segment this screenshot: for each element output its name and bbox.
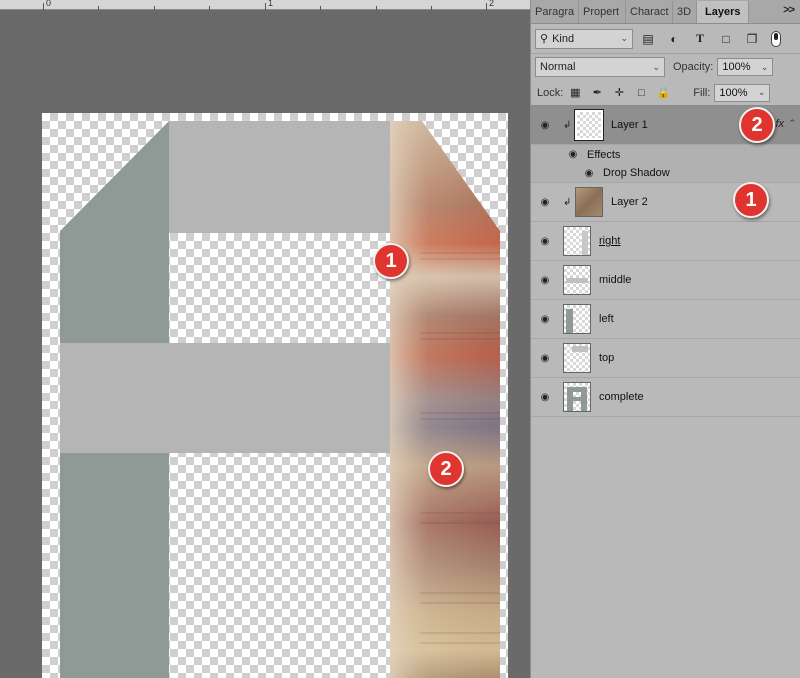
chevron-down-icon: ⌄ xyxy=(652,61,660,72)
layer-thumbnail xyxy=(575,187,603,217)
opacity-value: 100% xyxy=(722,61,751,73)
horizontal-ruler: 0 1 2 xyxy=(0,0,530,10)
effects-row[interactable]: ◉ Effects xyxy=(531,145,800,164)
blend-mode-select[interactable]: Normal ⌄ xyxy=(535,57,665,77)
type-filter-icon[interactable]: T xyxy=(689,30,711,48)
ruler-number: 1 xyxy=(268,0,274,8)
tab-properties[interactable]: Propert xyxy=(579,1,626,23)
chevron-up-icon[interactable]: ⌃ xyxy=(788,118,796,129)
chevron-down-icon: ⌄ xyxy=(760,61,769,72)
layer-row-middle[interactable]: ◉ middle xyxy=(531,261,800,300)
effects-label: Effects xyxy=(587,148,621,161)
layer-name[interactable]: Layer 1 xyxy=(611,119,648,131)
opacity-field[interactable]: 100% ⌄ xyxy=(717,58,774,76)
eye-icon[interactable]: ◉ xyxy=(531,275,559,286)
ruler-tick xyxy=(265,3,266,10)
layer-thumbnail xyxy=(574,109,604,141)
callout-badge-1: 1 xyxy=(373,243,409,279)
layer-thumbnail xyxy=(563,343,591,373)
tab-paragraph[interactable]: Paragra xyxy=(531,1,579,23)
kind-filter-select[interactable]: ⚲ Kind ⌄ xyxy=(535,28,633,49)
layer-name[interactable]: Layer 2 xyxy=(611,196,648,208)
tab-character[interactable]: Charact xyxy=(626,1,673,23)
panel-tab-bar: Paragra Propert Charact 3D Layers >> xyxy=(531,0,800,24)
middle-bar-shape xyxy=(60,343,390,453)
ruler-tick xyxy=(43,3,44,10)
layers-panel: Paragra Propert Charact 3D Layers >> ⚲ K… xyxy=(530,0,800,678)
ruler-number: 2 xyxy=(489,0,495,8)
drop-shadow-row[interactable]: ◉ Drop Shadow xyxy=(531,164,800,183)
layer-row-complete[interactable]: ◉ complete xyxy=(531,378,800,417)
layer-thumbnail xyxy=(563,265,591,295)
lock-artboard-icon[interactable]: □ xyxy=(631,84,651,102)
ruler-tick xyxy=(376,6,377,10)
kind-filter-value: Kind xyxy=(552,32,575,45)
document-workspace: 0 1 2 1 2 xyxy=(0,0,530,678)
ruler-tick xyxy=(154,6,155,10)
drop-shadow-label: Drop Shadow xyxy=(603,167,670,179)
document-canvas[interactable]: 1 2 xyxy=(42,113,508,678)
layer-name[interactable]: left xyxy=(599,313,614,325)
layer-filter-row: ⚲ Kind ⌄ ▤ ◐ T □ ❐ xyxy=(531,24,800,54)
layer-thumbnail xyxy=(563,226,591,256)
eye-icon[interactable]: ◉ xyxy=(531,392,559,403)
shape-filter-icon[interactable]: □ xyxy=(715,30,737,48)
blend-mode-value: Normal xyxy=(540,61,576,73)
top-bar-shape xyxy=(169,121,390,233)
letter-artwork xyxy=(60,121,500,678)
ruler-tick xyxy=(431,6,432,10)
image-filter-icon[interactable]: ▤ xyxy=(637,30,659,48)
ruler-tick xyxy=(320,6,321,10)
filter-toggle[interactable] xyxy=(771,30,781,47)
panel-menu-icon[interactable]: >> xyxy=(783,4,795,16)
layer-thumbnail xyxy=(563,382,591,412)
lock-all-icon[interactable]: 🔒 xyxy=(653,84,673,102)
callout-badge-2: 2 xyxy=(739,107,775,143)
ruler-tick xyxy=(209,6,210,10)
layer-name[interactable]: right xyxy=(599,235,620,247)
lock-move-icon[interactable]: ✛ xyxy=(609,84,629,102)
chevron-down-icon: ⌄ xyxy=(620,33,628,43)
link-clip-icon: ↲ xyxy=(563,119,572,131)
callout-badge-1: 1 xyxy=(733,182,769,218)
eye-icon[interactable]: ◉ xyxy=(531,236,559,247)
fill-field[interactable]: 100% ⌄ xyxy=(714,83,771,102)
layer-name[interactable]: middle xyxy=(599,274,631,286)
callout-badge-2: 2 xyxy=(428,451,464,487)
layer-thumbnail xyxy=(563,304,591,334)
ruler-tick xyxy=(486,3,487,10)
eye-icon[interactable]: ◉ xyxy=(531,353,559,364)
eye-icon[interactable]: ◉ xyxy=(531,314,559,325)
lock-paint-icon[interactable]: ✒ xyxy=(587,84,607,102)
ruler-number: 0 xyxy=(46,0,52,8)
eye-icon[interactable]: ◉ xyxy=(575,168,603,179)
fill-label: Fill: xyxy=(693,86,711,99)
layer-list: ◉ ↲ Layer 1 fx ⌃ ◉ Effects ◉ Drop Shadow… xyxy=(531,106,800,417)
opacity-label: Opacity: xyxy=(673,61,714,73)
tab-3d[interactable]: 3D xyxy=(673,1,697,23)
eye-icon[interactable]: ◉ xyxy=(559,149,587,160)
ruler-tick xyxy=(98,6,99,10)
lock-label: Lock: xyxy=(537,86,564,99)
layer-name[interactable]: complete xyxy=(599,391,644,403)
lock-row: Lock: ▦ ✒ ✛ □ 🔒 Fill: 100% ⌄ xyxy=(531,80,800,106)
eye-icon[interactable]: ◉ xyxy=(531,120,559,131)
layer-name[interactable]: top xyxy=(599,352,614,364)
layer-row-right[interactable]: ◉ right xyxy=(531,222,800,261)
blend-row: Normal ⌄ Opacity: 100% ⌄ xyxy=(531,54,800,80)
adjustment-filter-icon[interactable]: ◐ xyxy=(663,30,685,48)
smart-object-filter-icon[interactable]: ❐ xyxy=(741,30,763,48)
search-icon: ⚲ xyxy=(540,33,549,45)
tab-layers[interactable]: Layers xyxy=(697,1,750,23)
layer-row-top[interactable]: ◉ top xyxy=(531,339,800,378)
fx-icon[interactable]: fx xyxy=(775,118,784,130)
layer-row-left[interactable]: ◉ left xyxy=(531,300,800,339)
link-clip-icon: ↲ xyxy=(563,196,572,208)
fill-value: 100% xyxy=(719,86,748,99)
eye-icon[interactable]: ◉ xyxy=(531,197,559,208)
lock-transparent-icon[interactable]: ▦ xyxy=(565,84,585,102)
chevron-down-icon: ⌄ xyxy=(757,87,766,97)
